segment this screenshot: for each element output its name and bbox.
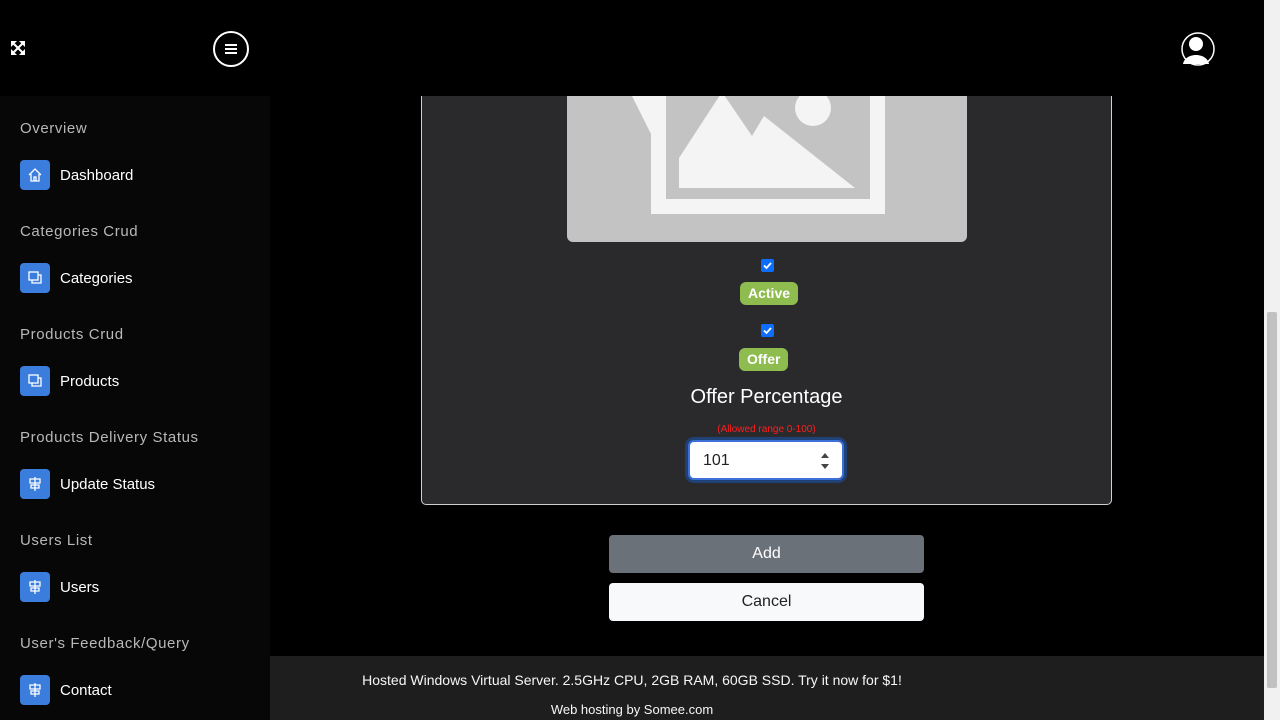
sidebar-section-feedback: User's Feedback/Query: [20, 635, 190, 652]
offer-percentage-label: Offer Percentage: [690, 386, 843, 408]
sidebar-section-users-list: Users List: [20, 532, 93, 549]
scrollbar-thumb[interactable]: [1267, 312, 1277, 688]
sidebar-item-dashboard[interactable]: Dashboard: [20, 160, 133, 190]
ad-text[interactable]: Hosted Windows Virtual Server. 2.5GHz CP…: [270, 672, 994, 688]
copy-icon: [20, 263, 50, 293]
sidebar-item-label: Categories: [60, 269, 133, 287]
active-badge: Active: [740, 282, 799, 305]
offer-checkbox[interactable]: [761, 324, 774, 337]
sidebar-item-users[interactable]: Users: [20, 572, 99, 602]
sidebar-section-overview: Overview: [20, 120, 88, 137]
hamburger-icon: [225, 44, 237, 54]
sidebar-item-label: Contact: [60, 681, 112, 699]
sidebar-section-products: Products Crud: [20, 326, 124, 343]
sidebar-section-delivery-status: Products Delivery Status: [20, 429, 199, 446]
copy-icon: [20, 366, 50, 396]
number-spinner-icon[interactable]: [820, 450, 830, 472]
offer-percentage-value: 101: [703, 452, 730, 469]
sidebar-item-label: Update Status: [60, 475, 156, 493]
offer-percentage-input[interactable]: 101: [688, 440, 844, 480]
top-bar: [0, 0, 1264, 96]
sidebar-item-contact[interactable]: Contact: [20, 675, 112, 705]
sidebar-item-update-status[interactable]: Update Status: [20, 469, 155, 499]
active-checkbox[interactable]: [761, 259, 774, 272]
sidebar-item-label: Dashboard: [60, 166, 134, 184]
sidebar-item-label: Products: [60, 372, 120, 390]
sign-icon: [20, 572, 50, 602]
sidebar-item-products[interactable]: Products: [20, 366, 119, 396]
ad-footer-link[interactable]: Web hosting by Somee.com: [270, 702, 994, 717]
range-validation-note: (Allowed range 0-100): [717, 424, 816, 435]
hosting-ad-banner[interactable]: Hosted Windows Virtual Server. 2.5GHz CP…: [270, 656, 1264, 720]
sidebar: Overview Dashboard Categories Crud Categ…: [0, 96, 270, 720]
sign-icon: [20, 675, 50, 705]
menu-toggle-button[interactable]: [213, 31, 249, 67]
sidebar-section-categories: Categories Crud: [20, 223, 139, 240]
cancel-button[interactable]: Cancel: [609, 583, 924, 621]
home-icon: [20, 160, 50, 190]
sidebar-item-categories[interactable]: Categories: [20, 263, 133, 293]
sign-icon: [20, 469, 50, 499]
offer-badge: Offer: [739, 348, 789, 371]
image-placeholder-icon: [567, 96, 967, 242]
fullscreen-icon[interactable]: [8, 38, 28, 58]
product-form-card: Active Offer Offer Percentage (Allowed r…: [421, 96, 1112, 505]
user-avatar-icon[interactable]: [1181, 32, 1215, 66]
add-button[interactable]: Add: [609, 535, 924, 573]
sidebar-item-label: Users: [60, 578, 100, 596]
